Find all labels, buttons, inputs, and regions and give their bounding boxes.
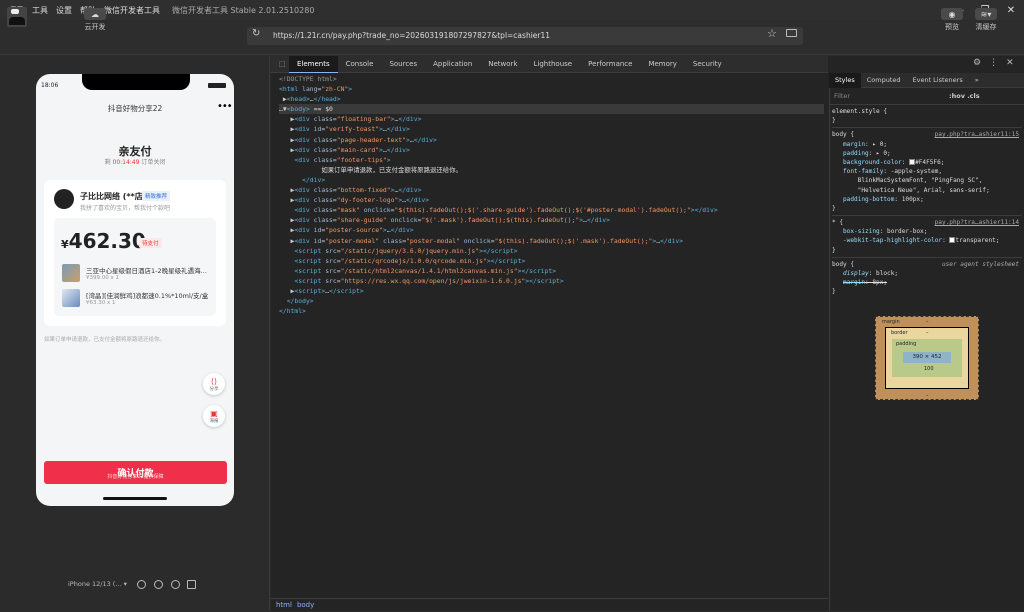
folder-icon[interactable]: [786, 29, 797, 37]
menu-settings[interactable]: 设置: [56, 5, 72, 16]
goods-name: 三亚中心星级假日酒店1-2晚星级礼遇海...: [86, 267, 207, 275]
goods-image: [62, 289, 80, 307]
goods-image: [62, 264, 80, 282]
tab-more[interactable]: »: [969, 73, 985, 88]
cloud-icon: ☁: [84, 8, 106, 20]
status-time: 18:06: [41, 82, 59, 89]
goods-price: ¥63.30 x 1: [86, 300, 116, 306]
cloud-label: 云开发: [84, 23, 106, 31]
record-icon[interactable]: [154, 580, 163, 589]
margin-label: margin: [882, 319, 900, 325]
app-title: 微信开发者工具 Stable 2.01.2510280: [172, 5, 315, 15]
eye-icon: ◉: [941, 8, 963, 20]
shop-logo: [54, 189, 74, 209]
clear-cache-label: 清缓存: [975, 23, 997, 31]
close-icon[interactable]: ✕: [1006, 58, 1014, 68]
inspect-icon[interactable]: ⬚: [271, 56, 289, 73]
goods-price: ¥399.00 x 1: [86, 275, 119, 281]
share-label: 分享: [209, 386, 219, 392]
padding-label: padding: [896, 341, 917, 347]
image-icon: ▣: [210, 408, 218, 418]
elements-tree[interactable]: <!DOCTYPE html> <html lang="zh-CN"> ▶<he…: [279, 74, 824, 316]
close-icon[interactable]: ✕: [998, 0, 1024, 20]
tab-application[interactable]: Application: [425, 56, 480, 73]
tab-styles[interactable]: Styles: [829, 72, 861, 88]
more-icon[interactable]: •••: [217, 101, 233, 112]
layers-icon: ≋▾: [975, 8, 997, 20]
border-label: border: [891, 330, 908, 336]
styles-tabs: Styles Computed Event Listeners »: [829, 72, 1024, 88]
battery-icon: [208, 83, 226, 88]
tab-sources[interactable]: Sources: [381, 56, 425, 73]
countdown: 剩 00:14:49 订单关闭: [36, 157, 234, 166]
amount: ¥462.30: [61, 229, 146, 253]
share-button[interactable]: ⟨⟩ 分享: [203, 373, 225, 395]
device-select[interactable]: iPhone 12/13 (... ▾: [68, 580, 127, 588]
preview-label: 预览: [945, 23, 959, 31]
goods-name: [湾晶][佳润鲜鸡]浪都速0.1%*10ml/支/盒: [86, 292, 209, 300]
countdown-prefix: 剩: [104, 159, 111, 166]
source-link[interactable]: pay.php?tra…ashier11:14: [935, 218, 1019, 227]
menu-wechat-devtools[interactable]: 微信开发者工具: [104, 5, 160, 16]
tab-performance[interactable]: Performance: [580, 56, 640, 73]
tab-console[interactable]: Console: [338, 56, 382, 73]
kebab-icon[interactable]: ⋮: [989, 58, 998, 68]
hov-cls-toggle[interactable]: :hov .cls: [949, 92, 980, 100]
box-model-content: 390 × 452: [903, 352, 951, 363]
breadcrumb-html[interactable]: html: [276, 601, 292, 609]
tab-memory[interactable]: Memory: [640, 56, 684, 73]
gear-icon[interactable]: ⚙: [973, 58, 981, 68]
amount-value: 462.30: [68, 229, 146, 253]
home-icon[interactable]: [171, 580, 180, 589]
status-badge: 待支付: [139, 238, 162, 248]
devtools-controls: ⚙ ⋮ ✕: [973, 58, 1014, 68]
tab-network[interactable]: Network: [480, 56, 525, 73]
pay-hint: 抖音好物分享22提供保障: [107, 474, 164, 480]
footer-tips: 如果订单申请退款，已支付金额将原路退还给你。: [44, 337, 166, 343]
window-icon[interactable]: [187, 580, 196, 589]
rotate-icon[interactable]: [137, 580, 146, 589]
reload-icon[interactable]: ↻: [252, 28, 260, 39]
shop-name: 子比比网络 (**店): [80, 192, 147, 201]
breadcrumb-body[interactable]: body: [297, 601, 314, 609]
breadcrumb: html body: [271, 598, 828, 611]
filter-row: [829, 89, 1024, 105]
poster-label: 海报: [209, 418, 219, 424]
avatar[interactable]: [7, 7, 27, 27]
phone-notch: [82, 74, 190, 90]
countdown-time: 00:14:49: [112, 159, 140, 166]
tab-computed[interactable]: Computed: [861, 73, 907, 88]
tab-event-listeners[interactable]: Event Listeners: [907, 73, 969, 88]
countdown-suffix: 订单关闭: [141, 159, 166, 166]
clear-cache-button[interactable]: ≋▾ 清缓存: [975, 8, 997, 32]
padding-bottom: 100: [924, 366, 934, 372]
devtools-tabs: ⬚ Elements Console Sources Application N…: [271, 55, 828, 73]
preview-button[interactable]: ◉ 预览: [941, 8, 963, 32]
home-indicator: [103, 497, 167, 500]
poster-button[interactable]: ▣ 海报: [203, 405, 225, 427]
menu-tools[interactable]: 工具: [32, 5, 48, 16]
title-bar: 项目 工具 设置 帮助 微信开发者工具 微信开发者工具 Stable 2.01.…: [0, 0, 1024, 20]
nav-title: 抖音好物分享22: [107, 104, 163, 113]
shop-subtitle: 我拼了喜欢的宝贝，帮我付个款吧: [80, 205, 171, 212]
tab-elements[interactable]: Elements: [289, 55, 338, 73]
share-icon: ⟨⟩: [210, 376, 218, 386]
ua-label: user agent stylesheet: [941, 260, 1019, 268]
shop-tag: 精致推荐: [142, 191, 171, 201]
tab-security[interactable]: Security: [685, 56, 730, 73]
url-text[interactable]: https://1.21r.cn/pay.php?trade_no=202603…: [273, 31, 550, 40]
source-link[interactable]: pay.php?tra…ashier11:15: [935, 130, 1019, 139]
star-icon[interactable]: ☆: [767, 27, 777, 40]
filter-input[interactable]: Filter: [834, 92, 850, 100]
css-rules[interactable]: element.style { } body {pay.php?tra…ashi…: [832, 107, 1022, 297]
tab-lighthouse[interactable]: Lighthouse: [526, 56, 581, 73]
currency: ¥: [61, 238, 69, 251]
cloud-dev-button[interactable]: ☁ 云开发: [84, 8, 106, 32]
